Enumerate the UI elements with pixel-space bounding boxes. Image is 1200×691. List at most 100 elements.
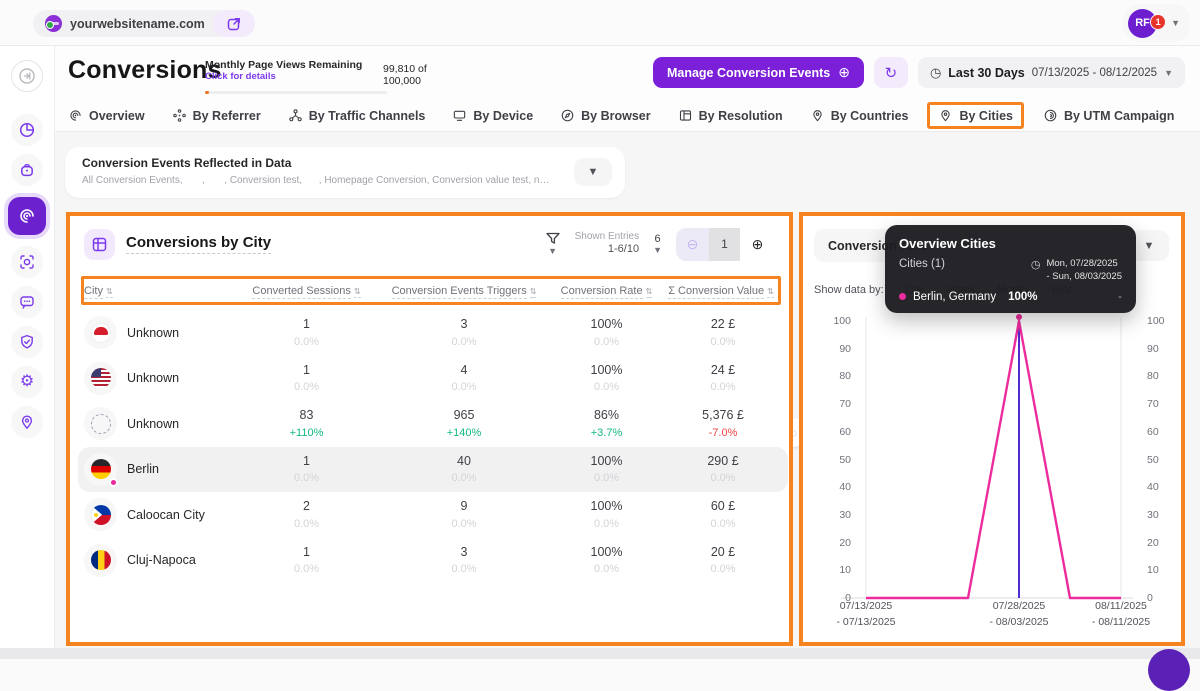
tab-overview[interactable]: Overview xyxy=(68,108,145,123)
clock-icon: ◷ xyxy=(930,65,941,81)
y-axis-tick: 70 xyxy=(1147,398,1177,410)
y-axis-tick: 30 xyxy=(1147,509,1177,521)
table-column-headers: City⇅Converted Sessions⇅Conversion Event… xyxy=(84,279,778,302)
cell: 1 0.0% xyxy=(234,315,379,350)
cell: 100% 0.0% xyxy=(549,497,664,532)
tab-by-traffic-channels[interactable]: By Traffic Channels xyxy=(288,108,426,123)
next-page-button[interactable]: ⊕ xyxy=(740,228,775,261)
table-row-cluj-napoca[interactable]: Cluj-Napoca 1 0.0% 3 0.0% 100% 0.0% 20 £… xyxy=(78,538,788,584)
table-title: Conversions by City xyxy=(126,234,271,254)
city-cell: Cluj-Napoca xyxy=(84,544,234,577)
tab-by-resolution[interactable]: By Resolution xyxy=(678,108,783,123)
y-axis-tick: 50 xyxy=(821,454,851,466)
flag-ph-icon xyxy=(84,498,117,531)
filter-button[interactable]: ▼ xyxy=(545,232,561,256)
sidebar-item-session-recordings[interactable] xyxy=(11,246,43,278)
tab-by-browser[interactable]: By Browser xyxy=(560,108,650,123)
user-menu[interactable]: RF 1 ▼ xyxy=(1123,4,1190,42)
y-axis-tick: 40 xyxy=(1147,481,1177,493)
y-axis-tick: 30 xyxy=(821,509,851,521)
previous-page-button[interactable]: ⊖ xyxy=(676,228,709,261)
avatar: RF 1 xyxy=(1128,9,1157,38)
overview-icon xyxy=(68,108,83,123)
cell: 22 £ 0.0% xyxy=(664,315,782,350)
cell: 100% 0.0% xyxy=(549,315,664,350)
banner-title: Conversion Events Reflected in Data xyxy=(82,156,291,170)
sidebar-item-ecommerce[interactable] xyxy=(11,154,43,186)
column-header-2[interactable]: Conversion Events Triggers⇅ xyxy=(379,285,549,297)
tooltip-series-value: 100% xyxy=(1008,291,1037,303)
table-row-berlin[interactable]: Berlin 1 0.0% 40 0.0% 100% 0.0% 290 £ 0.… xyxy=(78,447,788,493)
cell: 24 £ 0.0% xyxy=(664,361,782,396)
current-page: 1 xyxy=(709,228,740,261)
y-axis-tick: 10 xyxy=(821,564,851,576)
location-pin-icon xyxy=(938,108,953,123)
column-header-3[interactable]: Conversion Rate⇅ xyxy=(549,285,664,297)
manage-conversion-events-button[interactable]: Manage Conversion Events ⊕ xyxy=(653,57,864,88)
date-range: 07/13/2025 - 08/12/2025 xyxy=(1032,67,1157,79)
floating-action-button[interactable] xyxy=(1148,649,1190,691)
pagination: ⊖ 1 ⊕ xyxy=(676,228,775,261)
page-views-quota: Monthly Page Views Remaining Click for d… xyxy=(205,59,455,82)
website-selector[interactable]: yourwebsitename.com ▼ xyxy=(33,10,234,37)
sidebar-item-conversions[interactable] xyxy=(8,197,46,235)
tooltip-date-range: ◷ Mon, 07/28/2025 - Sun, 08/03/2025 xyxy=(1031,258,1122,284)
date-range-picker[interactable]: ◷ Last 30 Days 07/13/2025 - 08/12/2025 ▼ xyxy=(918,57,1185,88)
sidebar-item-settings[interactable]: ⚙ xyxy=(11,366,43,398)
flag-ro-icon xyxy=(84,544,117,577)
tab-by-countries[interactable]: By Countries xyxy=(810,108,909,123)
y-axis-tick: 100 xyxy=(821,315,851,327)
cell: 3 0.0% xyxy=(379,543,549,578)
x-axis-tick: 08/11/2025- 08/11/2025 xyxy=(1061,598,1181,631)
table-row-caloocan-city[interactable]: Caloocan City 2 0.0% 9 0.0% 100% 0.0% 60… xyxy=(78,492,788,538)
flag-us-icon xyxy=(84,362,117,395)
cell: 100% 0.0% xyxy=(549,543,664,578)
cell: 965 +140% xyxy=(379,406,549,441)
banner-expand-button[interactable]: ▼ xyxy=(574,158,612,186)
cell: 1 0.0% xyxy=(234,361,379,396)
cell: 83 +110% xyxy=(234,406,379,441)
banner-subtitle: All Conversion Events, , , Conversion te… xyxy=(82,175,552,186)
column-header-4[interactable]: Σ Conversion Value⇅ xyxy=(664,285,778,297)
tab-by-cities[interactable]: By Cities xyxy=(927,102,1024,129)
open-website-button[interactable] xyxy=(213,10,255,37)
sidebar-item-analytics[interactable] xyxy=(11,114,43,146)
refresh-button[interactable]: ↻ xyxy=(874,57,908,88)
table-row-unknown[interactable]: Unknown 83 +110% 965 +140% 86% +3.7% 5,3… xyxy=(78,401,788,447)
sort-icon: ⇅ xyxy=(354,287,361,298)
tab-by-referrer[interactable]: By Referrer xyxy=(172,108,261,123)
annotation-box-table: Conversions by City ▼ Shown Entries 1-6/… xyxy=(66,212,793,646)
sidebar-item-feedback[interactable] xyxy=(11,286,43,318)
cell: 100% 0.0% xyxy=(549,361,664,396)
sidebar-item-privacy[interactable] xyxy=(11,326,43,358)
website-name: yourwebsitename.com xyxy=(70,17,205,31)
sidebar-collapse-button[interactable] xyxy=(11,60,43,92)
chart-tooltip: Overview Cities Cities (1) ◷ Mon, 07/28/… xyxy=(885,225,1136,313)
city-cell: Unknown xyxy=(84,316,234,349)
page-header: Conversions Monthly Page Views Remaining… xyxy=(55,46,1200,100)
x-axis-tick: 07/13/2025- 07/13/2025 xyxy=(806,598,926,631)
y-axis-tick: 80 xyxy=(821,370,851,382)
column-header-0[interactable]: City⇅ xyxy=(84,285,234,297)
table-row-unknown[interactable]: Unknown 1 0.0% 3 0.0% 100% 0.0% 22 £ 0.0… xyxy=(78,310,788,356)
funnel-icon xyxy=(545,232,561,246)
tooltip-series-name: Berlin, Germany xyxy=(913,291,996,303)
table-row-unknown[interactable]: Unknown 1 0.0% 4 0.0% 100% 0.0% 24 £ 0.0… xyxy=(78,356,788,402)
series-color-dot xyxy=(109,478,118,487)
tab-by-utm-campaign[interactable]: By UTM Campaign xyxy=(1043,108,1174,123)
page-size-selector[interactable]: 6 ▼ xyxy=(653,233,662,255)
conversion-rate-chart[interactable]: 0010102020303040405050606070708080909010… xyxy=(803,311,1181,611)
cell: 3 0.0% xyxy=(379,315,549,350)
column-header-1[interactable]: Converted Sessions⇅ xyxy=(234,285,379,297)
y-axis-tick: 100 xyxy=(1147,315,1177,327)
sort-icon: ⇅ xyxy=(106,287,113,298)
external-link-icon xyxy=(226,16,242,32)
cell: 1 0.0% xyxy=(234,452,379,487)
flag-unknown-icon xyxy=(84,407,117,440)
sidebar-item-locations[interactable] xyxy=(11,406,43,438)
cell: 1 0.0% xyxy=(234,543,379,578)
y-axis-tick: 90 xyxy=(1147,343,1177,355)
series-color-dot xyxy=(899,293,906,300)
tab-by-device[interactable]: By Device xyxy=(452,108,533,123)
flag-de-icon xyxy=(84,453,117,486)
